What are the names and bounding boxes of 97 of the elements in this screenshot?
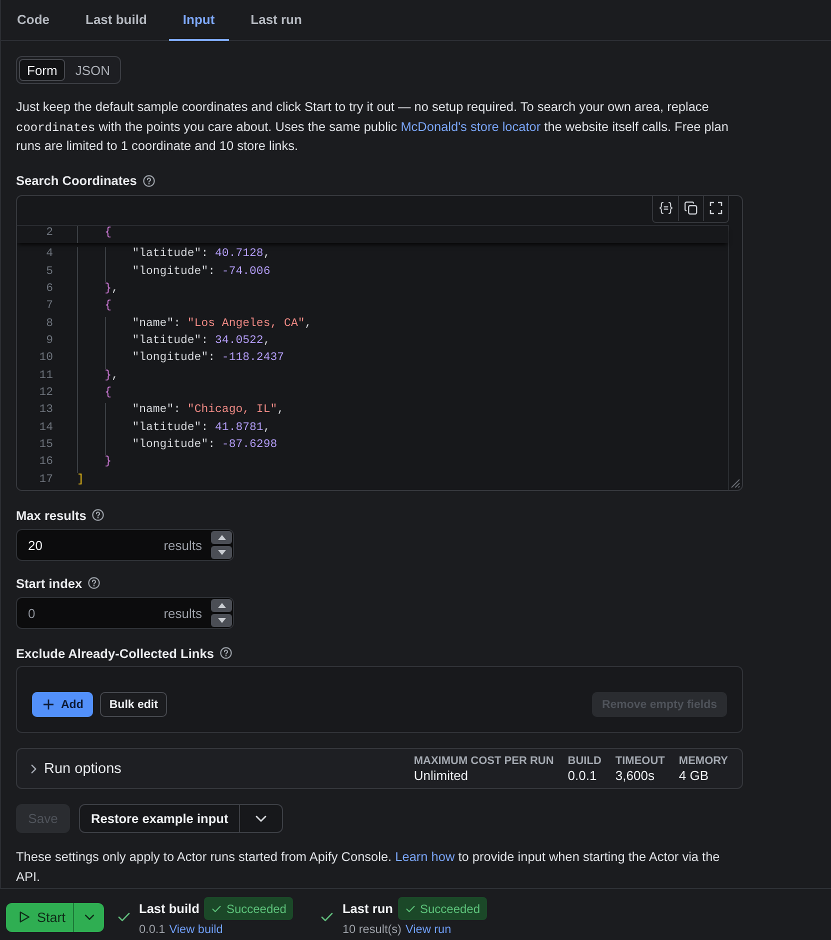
resize-grip-icon [730, 478, 740, 488]
copy-icon [684, 201, 698, 215]
number-field[interactable]: 0 results [16, 597, 234, 630]
field-label: Max results [16, 508, 86, 523]
format-icon [658, 201, 672, 215]
check-icon [321, 912, 334, 922]
chevron-down-icon [255, 814, 268, 823]
plus-icon [43, 699, 54, 710]
check-icon [118, 912, 130, 922]
description-text: Just keep the default sample coordinates and click Start to try it out — no setup required. To search your own area, replace coordinates with the points you care about. Uses the same public McDonald's store locator the website itself calls. Free plan runs are limited to 1 coordinate and 10 store links. [16, 98, 730, 155]
line-number: 2 [45, 226, 53, 240]
line-number: 10 [38, 351, 53, 366]
field-label: Search Coordinates [16, 173, 137, 188]
caret-up-icon [218, 535, 226, 540]
text-link[interactable]: View run [406, 921, 452, 937]
text-link[interactable]: View build [169, 921, 223, 937]
code-line: "longitude": -87.6298 [132, 438, 278, 454]
number-input[interactable]: 0 [28, 606, 164, 621]
line-number: 13 [38, 403, 53, 418]
decrement-button[interactable] [211, 546, 232, 560]
status-text: Succeeded [420, 902, 480, 916]
check-icon [212, 904, 222, 912]
unit-label: results [164, 606, 202, 621]
line-number: 17 [38, 472, 53, 488]
fullscreen-icon [709, 201, 723, 215]
stat-value: 4 GB [678, 768, 710, 783]
chevron-right-icon [29, 764, 39, 774]
line-number: 4 [45, 247, 53, 262]
increment-button[interactable] [211, 599, 232, 612]
code-line: { [104, 386, 112, 402]
line-number: 5 [45, 264, 53, 280]
status-title: Last run [342, 901, 393, 916]
settings-note: These settings only apply to Actor runs started from Apify Console. Learn how to provide input when starting the Actor via the API. [16, 848, 721, 886]
start-button[interactable]: Start [6, 902, 73, 932]
code-line: "longitude": -118.2437 [132, 351, 284, 366]
section-toggle[interactable]: Run options [29, 760, 122, 777]
check-icon [406, 904, 415, 912]
line-number: 12 [38, 386, 53, 402]
stat-value: 3,600s [615, 768, 656, 783]
decrement-button[interactable] [211, 614, 232, 628]
caret-down-icon [218, 550, 226, 556]
status-detail: 0.0.1 [139, 921, 166, 937]
line-number: 11 [38, 368, 53, 384]
start-options-button[interactable] [73, 902, 104, 932]
code-line: { [104, 226, 112, 240]
stat-label: MAXIMUM COST PER RUN [414, 754, 554, 767]
mode-tab[interactable]: JSON [67, 59, 118, 81]
caret-down-icon [218, 618, 226, 624]
restore-button[interactable]: Restore example input [79, 804, 240, 834]
text-link[interactable]: McDonald's store locator [400, 118, 541, 134]
tab[interactable]: Last build [72, 0, 161, 41]
code-line: "name": "Los Angeles, CA", [132, 316, 312, 332]
number-input[interactable]: 20 [28, 538, 164, 553]
line-number: 6 [45, 282, 53, 298]
code-line: { [104, 299, 112, 314]
stat-value: Unlimited [414, 768, 470, 783]
status-title: Last build [139, 901, 200, 916]
field-label: Exclude Already-Collected Links [16, 646, 214, 661]
mode-tab[interactable]: Form [19, 59, 66, 81]
add-button[interactable]: Add [32, 692, 94, 718]
unit-label: results [164, 538, 202, 553]
help-icon [92, 509, 104, 522]
tab[interactable]: Code [3, 0, 64, 41]
help-icon [220, 647, 232, 660]
stat-label: BUILD [568, 754, 602, 767]
line-number: 7 [45, 299, 53, 314]
line-number: 9 [45, 334, 53, 350]
code-line: ] [77, 472, 84, 488]
stat-value: 0.0.1 [568, 768, 598, 783]
code-line: }, [104, 368, 118, 384]
code-line: }, [104, 282, 118, 298]
line-number: 14 [38, 420, 53, 436]
code-line: "latitude": 40.7128, [132, 247, 270, 262]
code-line: "longitude": -74.006 [132, 264, 270, 280]
line-number: 8 [45, 316, 53, 332]
line-number: 16 [38, 455, 53, 470]
list-button[interactable]: Bulk edit [100, 692, 167, 718]
tab[interactable]: Last run [236, 0, 316, 41]
help-icon [88, 577, 100, 590]
field-label: Start index [16, 576, 82, 591]
play-icon [19, 911, 30, 923]
text-link[interactable]: Learn how [395, 849, 455, 864]
status-detail: 10 result(s) [342, 921, 402, 937]
tab[interactable]: Input [168, 0, 229, 41]
code-line: "latitude": 34.0522, [132, 334, 270, 350]
caret-up-icon [218, 603, 226, 608]
stat-label: TIMEOUT [615, 754, 665, 767]
line-number: 15 [38, 438, 53, 454]
number-field[interactable]: 20 results [16, 529, 234, 562]
stat-label: MEMORY [678, 754, 728, 767]
status-text: Succeeded [226, 902, 286, 916]
chevron-down-icon [84, 914, 94, 920]
code-line: "latitude": 41.8781, [132, 420, 270, 436]
code-line: } [104, 455, 112, 470]
code-line: "name": "Chicago, IL", [132, 403, 284, 418]
increment-button[interactable] [211, 531, 232, 544]
help-icon [142, 174, 155, 186]
